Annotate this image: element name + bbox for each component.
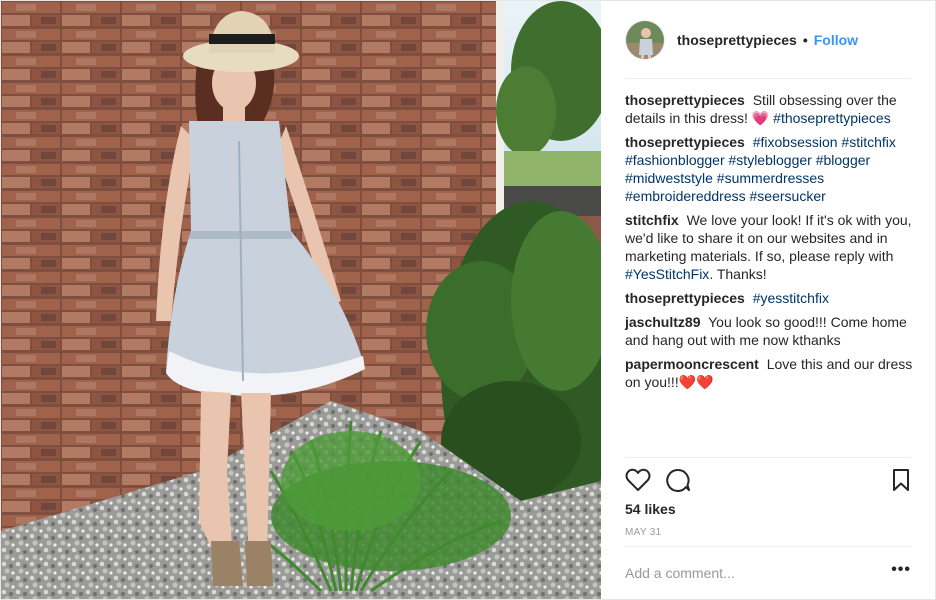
more-options-icon[interactable]: •••: [891, 561, 911, 579]
comment-caption: thoseprettypieces Still obsessing over t…: [625, 91, 915, 127]
instagram-post: thoseprettypieces • Follow thoseprettypi…: [0, 0, 936, 600]
speech-bubble-icon[interactable]: [665, 468, 691, 495]
header-separator: •: [802, 32, 808, 48]
comment-username[interactable]: thoseprettypieces: [625, 290, 745, 306]
comment-text-end: . Thanks!: [709, 266, 767, 282]
hashtag-link[interactable]: #YesStitchFix: [625, 266, 709, 282]
avatar[interactable]: [625, 20, 665, 60]
comment-username[interactable]: thoseprettypieces: [625, 92, 745, 108]
action-bar: [625, 457, 911, 501]
add-comment-bar: •••: [625, 546, 911, 599]
comment-username[interactable]: jaschultz89: [625, 314, 700, 330]
likes-count[interactable]: 54 likes: [625, 501, 676, 517]
post-author-username[interactable]: thoseprettypieces: [677, 32, 797, 48]
heart-outline-icon[interactable]: [625, 468, 651, 495]
comment-stitchfix: stitchfix We love your look! If it's ok …: [625, 211, 915, 283]
comment-list: thoseprettypieces Still obsessing over t…: [625, 91, 915, 397]
post-date: MAY 31: [625, 527, 662, 538]
comment-hashtags: thoseprettypieces #fixobsession #stitchf…: [625, 133, 915, 205]
post-side-panel: thoseprettypieces • Follow thoseprettypi…: [601, 1, 935, 599]
comment-jaschultz: jaschultz89 You look so good!!! Come hom…: [625, 313, 915, 349]
follow-button[interactable]: Follow: [814, 32, 858, 48]
red-heart-icon: ❤️❤️: [678, 374, 714, 390]
hashtag-link[interactable]: #yesstitchfix: [753, 290, 829, 306]
avatar-image: [626, 21, 664, 59]
bookmark-icon[interactable]: [891, 468, 911, 495]
photo-illustration: [1, 1, 601, 599]
comment-username[interactable]: stitchfix: [625, 212, 679, 228]
comment-reply: thoseprettypieces #yesstitchfix: [625, 289, 915, 307]
pink-heart-icon: 💗: [751, 110, 770, 126]
comment-input[interactable]: [625, 565, 875, 581]
comment-papermoon: papermooncrescent Love this and our dres…: [625, 355, 915, 391]
comment-username[interactable]: papermooncrescent: [625, 356, 759, 372]
post-header: thoseprettypieces • Follow: [601, 1, 935, 79]
post-photo[interactable]: [1, 1, 601, 599]
hashtag-link[interactable]: #thoseprettypieces: [773, 110, 891, 126]
comment-username[interactable]: thoseprettypieces: [625, 134, 745, 150]
